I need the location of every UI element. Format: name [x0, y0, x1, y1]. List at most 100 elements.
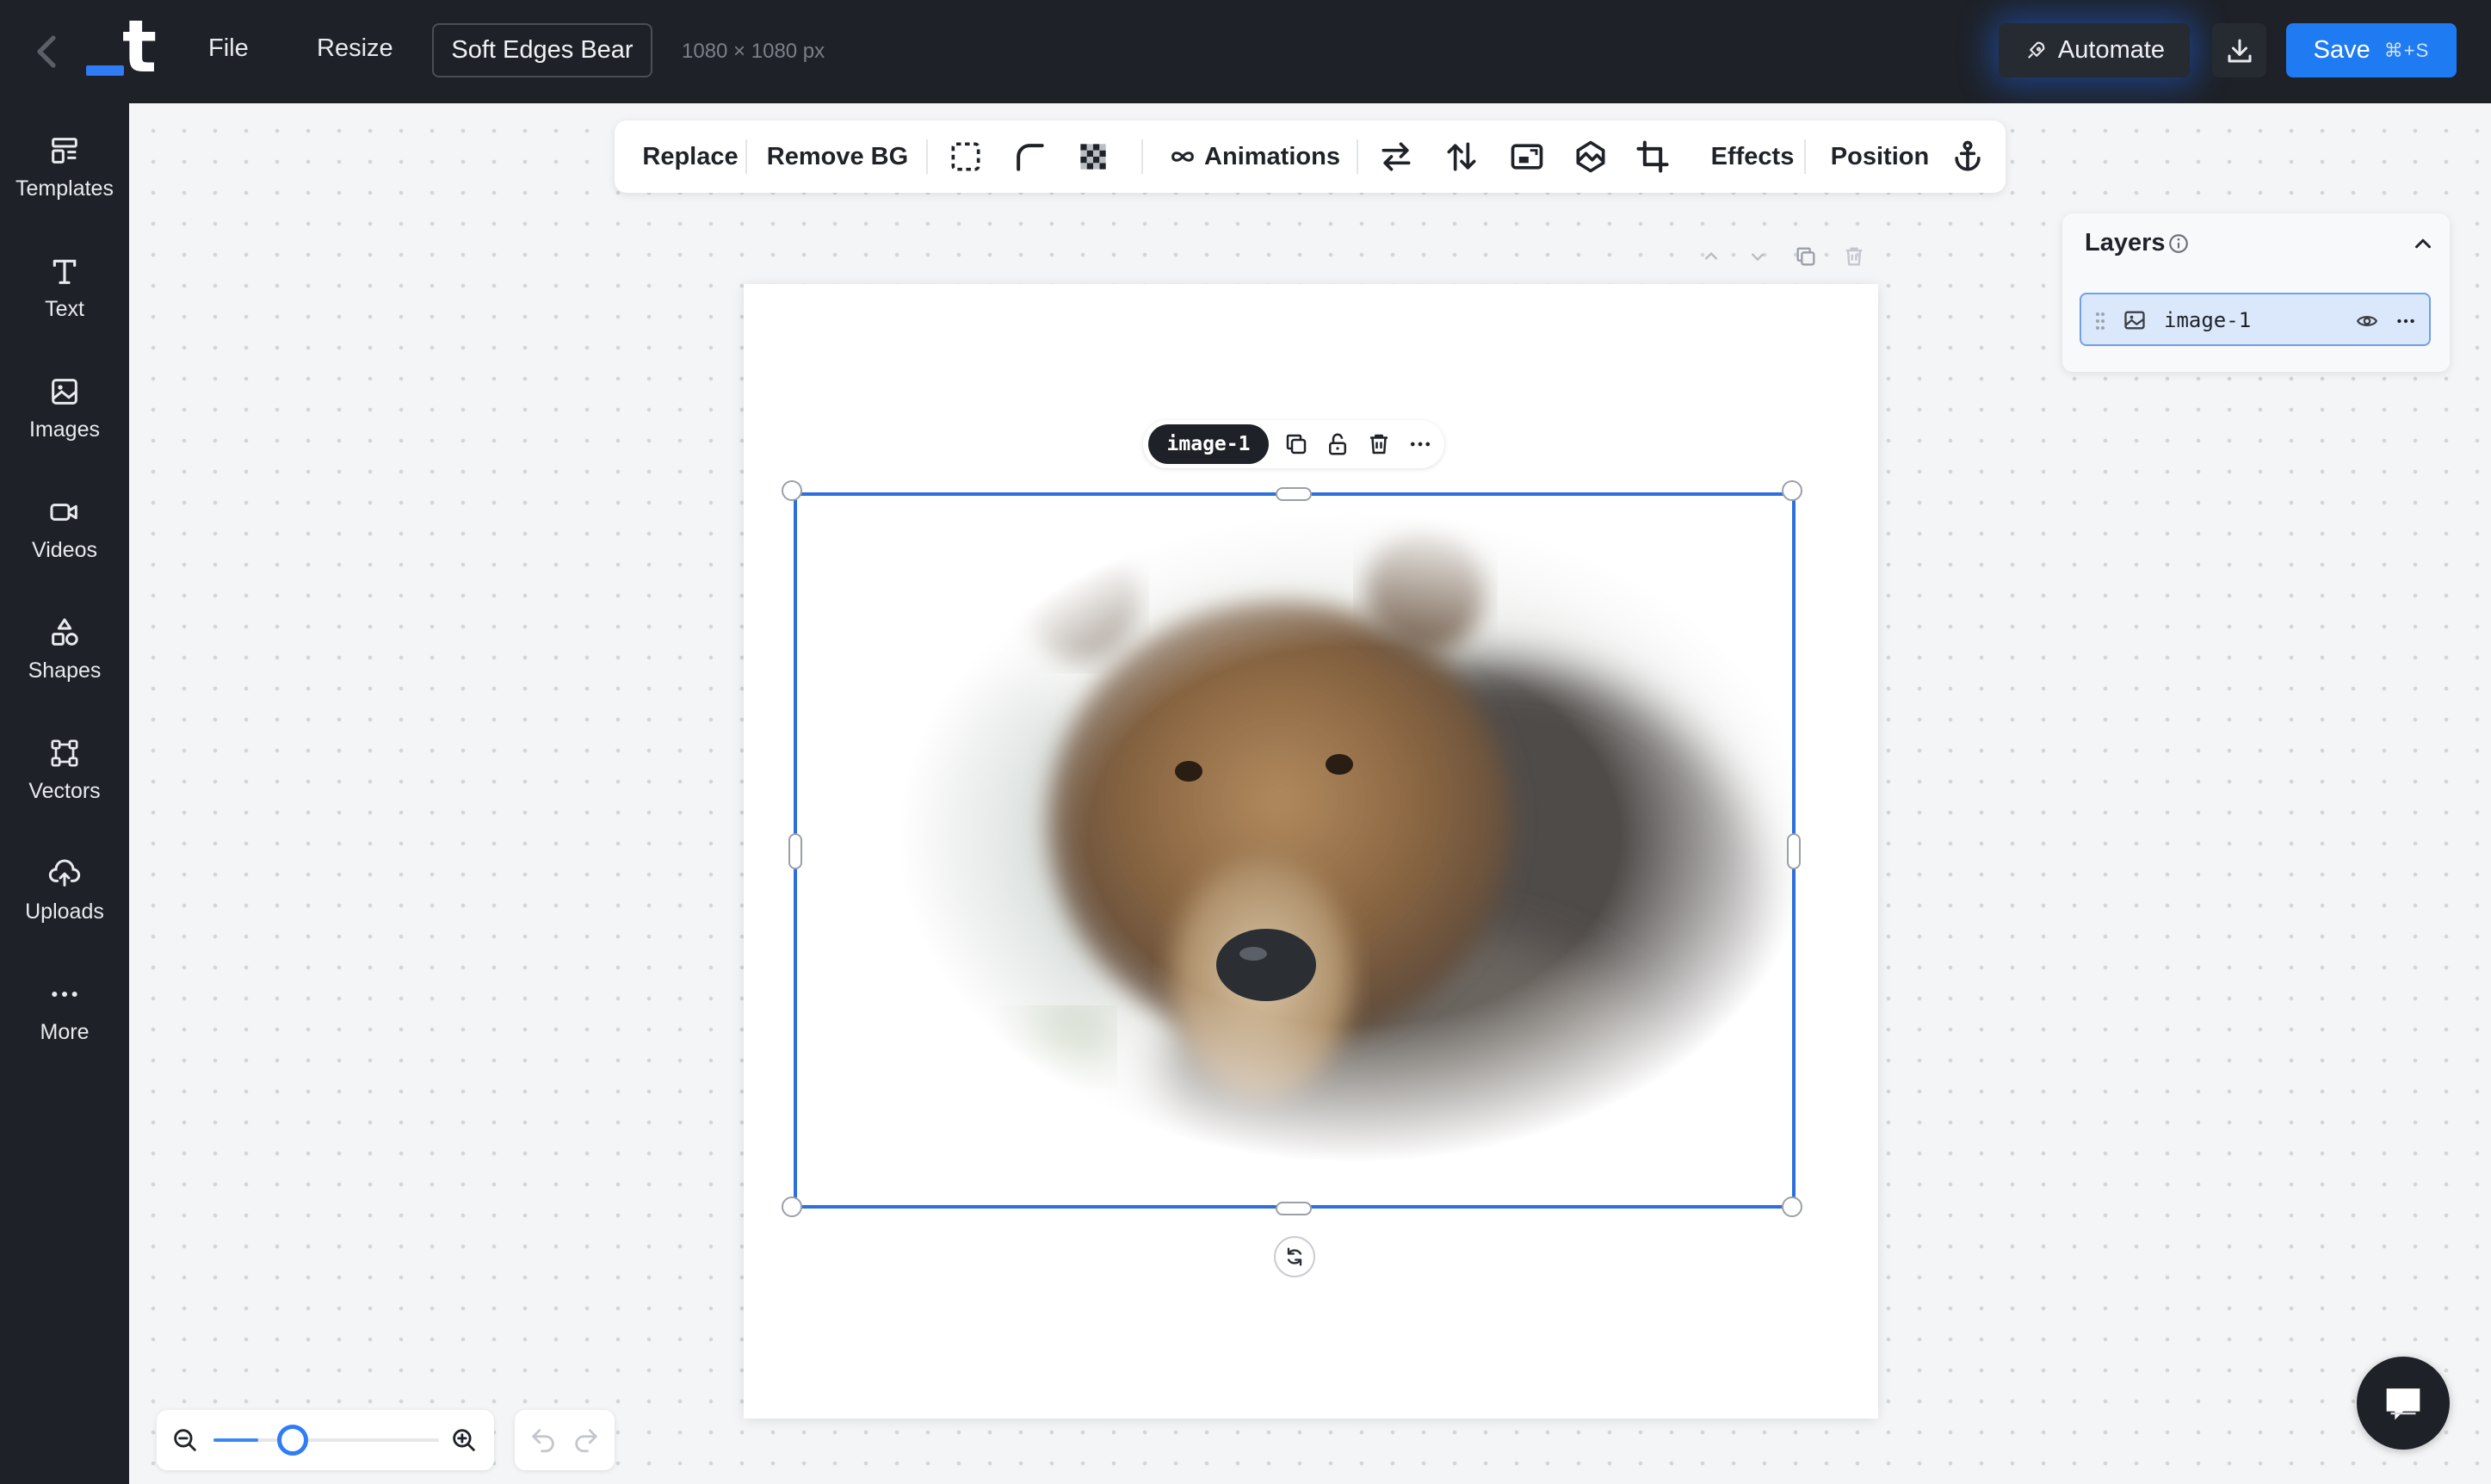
eye-icon[interactable]: [2355, 310, 2379, 332]
app-logo[interactable]: t: [83, 10, 160, 83]
layers-panel: Layers image-1: [2062, 213, 2450, 372]
automate-button[interactable]: Automate: [1999, 23, 2190, 77]
duplicate-element-button[interactable]: [1281, 429, 1312, 460]
delete-page-button[interactable]: [1837, 239, 1871, 274]
upload-icon: [48, 859, 81, 887]
delete-element-button[interactable]: [1363, 429, 1394, 460]
sidebar-item-uploads[interactable]: Uploads: [0, 838, 129, 942]
anchor-button[interactable]: [1944, 121, 1992, 193]
templates-icon: [52, 137, 77, 164]
resize-menu[interactable]: Resize: [317, 34, 393, 63]
drag-handle-icon[interactable]: [2095, 312, 2105, 331]
rotate-handle[interactable]: [1274, 1236, 1315, 1277]
sidebar-item-shapes[interactable]: Shapes: [0, 597, 129, 701]
flip-vertical-button[interactable]: [1437, 121, 1486, 193]
left-sidebar: Templates Text Images Videos Shapes Vect…: [0, 103, 129, 1484]
resize-handle-top-right[interactable]: [1782, 480, 1802, 501]
selection-box: [794, 492, 1796, 1209]
chat-icon: [2386, 1388, 2420, 1420]
effects-button[interactable]: Effects: [1692, 121, 1813, 193]
animations-label: Animations: [1204, 142, 1340, 170]
corner-radius-icon: [1017, 144, 1044, 171]
back-icon[interactable]: [31, 33, 65, 71]
transparency-button[interactable]: [1069, 121, 1117, 193]
info-icon[interactable]: [2167, 232, 2190, 255]
chevron-up-icon[interactable]: [2410, 231, 2436, 257]
element-name-badge[interactable]: image-1: [1148, 424, 1269, 464]
document-title[interactable]: Soft Edges Bear: [432, 23, 652, 77]
mask-icon: [1576, 140, 1605, 173]
move-down-button[interactable]: [1740, 239, 1775, 274]
resize-handle-bottom[interactable]: [1276, 1202, 1312, 1215]
layers-title: Layers: [2085, 229, 2166, 257]
top-bar: t File Resize Soft Edges Bear 1080 × 108…: [0, 0, 2491, 103]
sidebar-item-text[interactable]: Text: [0, 236, 129, 339]
layer-item[interactable]: image-1: [2080, 293, 2431, 346]
sidebar-item-videos[interactable]: Videos: [0, 477, 129, 580]
position-button[interactable]: Position: [1820, 121, 1940, 193]
video-icon: [50, 503, 77, 521]
animations-button[interactable]: Animations: [1155, 121, 1353, 193]
automate-label: Automate: [2057, 36, 2166, 64]
chevron-up-icon: [1705, 251, 1717, 260]
image-icon: [52, 378, 77, 405]
image-icon: [2124, 311, 2145, 330]
resize-handle-bottom-left[interactable]: [782, 1196, 802, 1217]
select-button[interactable]: [942, 121, 990, 193]
remove-bg-button[interactable]: Remove BG: [763, 121, 912, 193]
lock-element-button[interactable]: [1322, 429, 1353, 460]
element-quick-toolbar: image-1: [1143, 420, 1444, 468]
sidebar-item-images[interactable]: Images: [0, 356, 129, 460]
sidebar-item-label: Uploads: [25, 899, 104, 924]
marquee-select-icon: [951, 142, 980, 171]
infinity-icon: [1171, 151, 1194, 162]
download-icon: [2228, 39, 2251, 62]
sidebar-item-templates[interactable]: Templates: [0, 115, 129, 219]
move-up-button[interactable]: [1694, 239, 1728, 274]
flip-horizontal-button[interactable]: [1372, 121, 1420, 193]
copy-icon: [1286, 434, 1307, 454]
sidebar-item-vectors[interactable]: Vectors: [0, 718, 129, 821]
more-icon: [52, 991, 77, 997]
file-menu[interactable]: File: [208, 34, 249, 63]
sidebar-item-label: Vectors: [28, 778, 101, 803]
sidebar-item-label: Videos: [32, 537, 97, 562]
support-chat-button[interactable]: [2357, 1357, 2450, 1450]
crop-button[interactable]: [1629, 121, 1677, 193]
sidebar-item-label: Images: [29, 417, 100, 442]
rotate-icon: [1287, 1247, 1302, 1266]
shapes-icon: [52, 618, 78, 646]
resize-handle-bottom-right[interactable]: [1782, 1196, 1802, 1217]
anchor-icon: [1955, 140, 1981, 171]
sidebar-item-more[interactable]: More: [0, 959, 129, 1062]
resize-handle-top-left[interactable]: [782, 480, 802, 501]
rocket-icon: [2028, 41, 2045, 59]
replace-button[interactable]: Replace: [630, 121, 751, 193]
more-icon[interactable]: [2393, 310, 2419, 332]
duplicate-page-button[interactable]: [1789, 239, 1823, 274]
sidebar-item-label: Shapes: [28, 658, 102, 683]
resize-handle-top[interactable]: [1276, 487, 1312, 501]
redo-icon[interactable]: [572, 1425, 601, 1455]
image-toolbar: Replace Remove BG Animations Effects Pos…: [615, 121, 2006, 193]
fit-button[interactable]: [1503, 121, 1551, 193]
zoom-control: [157, 1410, 494, 1470]
resize-handle-right[interactable]: [1787, 833, 1801, 869]
more-icon: [1410, 442, 1431, 447]
corner-radius-button[interactable]: [1005, 121, 1054, 193]
download-button[interactable]: [2212, 23, 2266, 77]
document-size: 1080 × 1080 px: [682, 40, 825, 63]
zoom-out-icon[interactable]: [170, 1425, 200, 1455]
trash-icon: [1845, 247, 1863, 266]
zoom-slider-knob[interactable]: [277, 1425, 309, 1456]
resize-handle-left[interactable]: [788, 833, 802, 869]
flip-horizontal-icon: [1381, 142, 1411, 171]
crop-icon: [1636, 140, 1669, 173]
element-more-button[interactable]: [1405, 429, 1436, 460]
save-button[interactable]: Save ⌘+S: [2286, 23, 2457, 77]
undo-icon[interactable]: [528, 1425, 558, 1455]
fit-frame-icon: [1511, 144, 1543, 170]
history-control: [515, 1410, 615, 1470]
mask-button[interactable]: [1567, 121, 1615, 193]
zoom-in-icon[interactable]: [449, 1425, 479, 1455]
